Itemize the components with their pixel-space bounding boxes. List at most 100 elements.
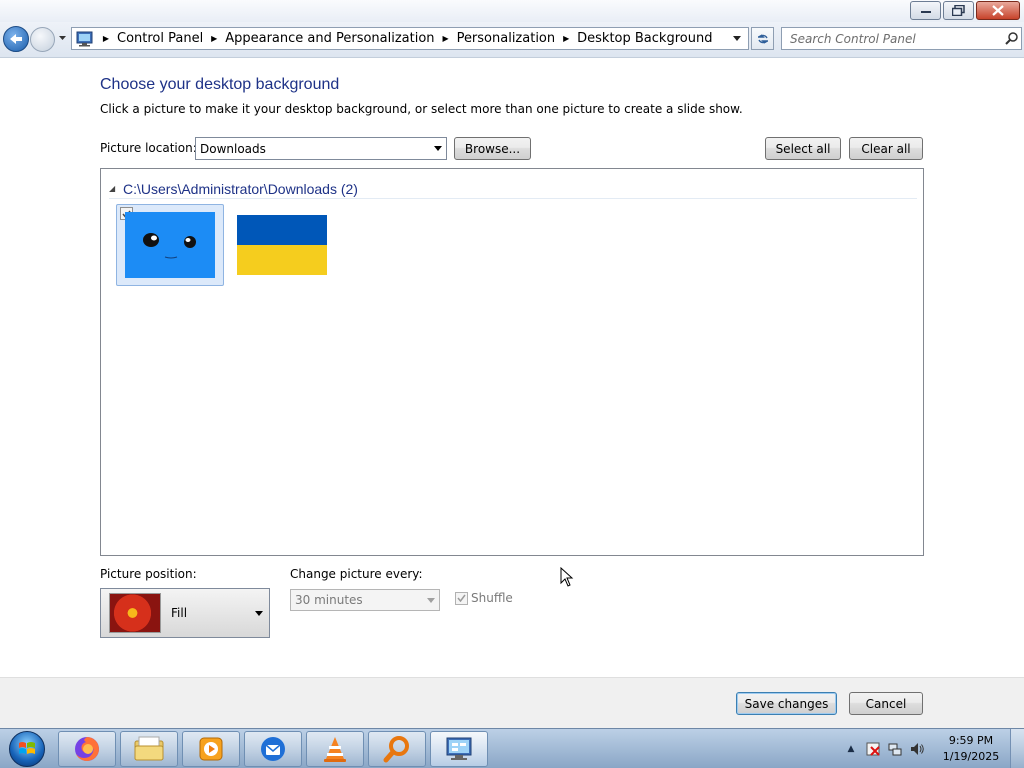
vlc-icon xyxy=(324,737,346,762)
gallery-group-header[interactable]: ◢ C:\Users\Administrator\Downloads (2) xyxy=(109,179,917,199)
breadcrumb-personalization[interactable]: Personalization xyxy=(454,31,559,46)
taskbar-control-panel[interactable] xyxy=(430,731,488,767)
shuffle-checkbox[interactable]: Shuffle xyxy=(455,591,513,605)
close-icon xyxy=(992,5,1004,16)
breadcrumb-label: Desktop Background xyxy=(577,31,713,46)
cancel-button[interactable]: Cancel xyxy=(849,692,923,715)
breadcrumb-arrow-icon[interactable]: ▶ xyxy=(438,34,454,43)
picture-location-label: Picture location: xyxy=(100,141,197,155)
ukraine-flag-image xyxy=(237,215,327,275)
show-hidden-icons-button[interactable]: ▲ xyxy=(844,744,858,754)
volume-icon[interactable] xyxy=(908,740,926,758)
gallery-group-title: C:\Users\Administrator\Downloads (2) xyxy=(123,180,358,197)
save-changes-button[interactable]: Save changes xyxy=(736,692,837,715)
refresh-icon xyxy=(757,33,768,44)
breadcrumb-separator[interactable]: ▶ xyxy=(206,34,222,43)
picture-position-value: Fill xyxy=(171,606,188,620)
blue-face-image xyxy=(125,212,215,278)
control-panel-icon xyxy=(76,31,93,46)
close-button[interactable] xyxy=(976,1,1020,20)
flag-yellow-stripe xyxy=(237,245,327,275)
show-desktop-button[interactable] xyxy=(1010,729,1024,768)
network-icon[interactable] xyxy=(886,740,904,758)
start-button[interactable] xyxy=(2,730,52,768)
select-all-button[interactable]: Select all xyxy=(765,137,841,160)
search-icon xyxy=(1004,32,1018,45)
recent-pages-dropdown[interactable] xyxy=(57,32,67,44)
minimize-icon xyxy=(920,10,931,13)
gallery-item-ukraine-flag[interactable] xyxy=(228,204,336,286)
breadcrumb-arrow-icon[interactable]: ▶ xyxy=(206,34,222,43)
taskbar-vlc[interactable] xyxy=(306,731,364,767)
search-box[interactable]: Search Control Panel xyxy=(781,27,1022,50)
flag-blue-stripe xyxy=(237,215,327,245)
title-bar xyxy=(0,0,1024,22)
change-interval-value: 30 minutes xyxy=(295,593,363,607)
collapse-triangle-icon[interactable]: ◢ xyxy=(109,184,123,193)
search-input[interactable]: Search Control Panel xyxy=(782,32,1001,46)
taskbar-file-explorer[interactable] xyxy=(120,731,178,767)
breadcrumb-label: Appearance and Personalization xyxy=(225,31,435,46)
taskbar-thunderbird[interactable] xyxy=(244,731,302,767)
back-arrow-icon xyxy=(10,34,22,44)
action-center-icon[interactable] xyxy=(864,740,882,758)
chevron-down-icon xyxy=(427,590,435,610)
change-picture-label: Change picture every: xyxy=(290,567,423,581)
picture-position-dropdown[interactable]: Fill xyxy=(100,588,270,638)
control-panel-icon xyxy=(446,737,472,760)
chevron-down-icon xyxy=(733,36,741,41)
chevron-down-icon xyxy=(252,610,266,616)
action-bar: Save changes Cancel xyxy=(0,677,1024,728)
system-tray: ▲ 9:59 PM 1/19/2025 xyxy=(844,729,1024,768)
restore-icon xyxy=(952,5,965,16)
file-explorer-icon xyxy=(134,736,164,761)
chevron-down-icon xyxy=(434,138,442,159)
breadcrumb-appearance[interactable]: Appearance and Personalization xyxy=(222,31,437,46)
picture-location-value: Downloads xyxy=(200,141,266,156)
address-bar[interactable]: ▶ Control Panel ▶ Appearance and Persona… xyxy=(71,27,749,50)
forward-button[interactable] xyxy=(30,27,55,52)
taskbar-clock[interactable]: 9:59 PM 1/19/2025 xyxy=(936,733,1006,765)
clear-all-button[interactable]: Clear all xyxy=(849,137,923,160)
browse-button[interactable]: Browse... xyxy=(454,137,531,160)
taskbar-media-player[interactable] xyxy=(182,731,240,767)
clock-time: 9:59 PM xyxy=(948,734,994,747)
change-interval-dropdown[interactable]: 30 minutes xyxy=(290,589,440,611)
taskbar: ▲ 9:59 PM 1/19/2025 xyxy=(0,728,1024,768)
address-history-dropdown[interactable] xyxy=(730,28,744,49)
gallery-item-blue-face[interactable] xyxy=(116,204,224,286)
shuffle-label: Shuffle xyxy=(471,591,513,605)
minimize-button[interactable] xyxy=(910,1,941,20)
navigation-bar: ▶ Control Panel ▶ Appearance and Persona… xyxy=(0,22,1024,58)
search-button[interactable] xyxy=(1001,29,1021,49)
breadcrumb-label: Control Panel xyxy=(117,31,204,46)
checkmark-icon xyxy=(457,594,466,602)
page-description: Click a picture to make it your desktop … xyxy=(100,102,743,116)
firefox-icon xyxy=(75,737,99,761)
page-title: Choose your desktop background xyxy=(100,76,340,93)
breadcrumb-separator[interactable]: ▶ xyxy=(558,34,574,43)
refresh-button[interactable] xyxy=(751,27,774,50)
media-player-icon xyxy=(199,737,223,761)
position-preview-image xyxy=(109,593,161,633)
taskbar-search-tool[interactable] xyxy=(368,731,426,767)
shuffle-check-box[interactable] xyxy=(455,591,468,605)
breadcrumb-root[interactable]: ▶ xyxy=(98,34,114,43)
windows-logo-icon xyxy=(9,731,45,767)
back-button[interactable] xyxy=(3,26,29,52)
picture-position-label: Picture position: xyxy=(100,567,197,581)
picture-location-dropdown[interactable]: Downloads xyxy=(195,137,447,160)
breadcrumb-label: Personalization xyxy=(456,31,556,46)
breadcrumb-desktop-background[interactable]: Desktop Background xyxy=(574,31,715,46)
clock-date: 1/19/2025 xyxy=(942,750,1000,763)
thunderbird-icon xyxy=(261,737,285,761)
breadcrumb-control-panel[interactable]: Control Panel xyxy=(114,31,206,46)
mouse-cursor-icon xyxy=(560,567,574,587)
breadcrumb-separator[interactable]: ▶ xyxy=(438,34,454,43)
chevron-down-icon xyxy=(58,36,66,40)
maximize-button[interactable] xyxy=(943,1,974,20)
breadcrumb-arrow-icon[interactable]: ▶ xyxy=(98,34,114,43)
taskbar-firefox[interactable] xyxy=(58,731,116,767)
breadcrumb-arrow-icon[interactable]: ▶ xyxy=(558,34,574,43)
picture-gallery: ◢ C:\Users\Administrator\Downloads (2) xyxy=(100,168,924,556)
